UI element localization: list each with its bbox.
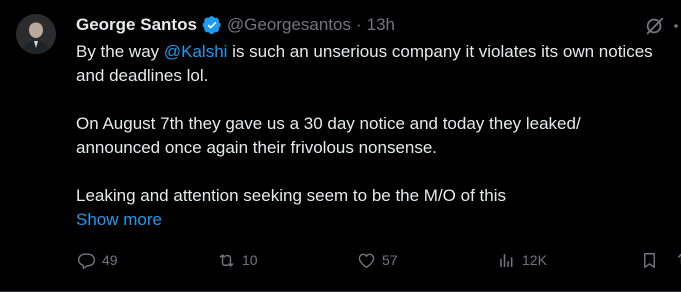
like-button[interactable]: 57	[357, 248, 398, 272]
repost-count: 10	[242, 252, 258, 268]
views-icon	[500, 253, 513, 267]
text-segment: By the way	[76, 42, 164, 61]
avatar[interactable]	[16, 14, 56, 54]
more-options-icon[interactable]	[671, 16, 681, 36]
views-button[interactable]: 12K	[497, 248, 547, 272]
action-bar: 49 10 57 12K	[0, 248, 681, 272]
tweet-card[interactable]: George Santos @Georgesantos · 13h By the…	[0, 0, 681, 292]
repost-icon	[219, 253, 234, 267]
grok-icon[interactable]	[644, 15, 666, 37]
mention-link[interactable]: @Kalshi	[164, 42, 228, 61]
avatar-image	[16, 14, 56, 54]
author-name[interactable]: George Santos	[76, 15, 197, 35]
repost-button[interactable]: 10	[217, 248, 258, 272]
timestamp[interactable]: 13h	[367, 15, 395, 35]
share-button[interactable]	[672, 248, 681, 272]
tweet-paragraph-3: Leaking and attention seeking seem to be…	[76, 186, 506, 205]
separator-dot: ·	[355, 15, 362, 34]
bookmark-button[interactable]	[640, 248, 659, 272]
reply-count: 49	[102, 252, 118, 268]
tweet-text: By the way @Kalshi is such an unserious …	[76, 40, 666, 208]
show-more-link[interactable]: Show more	[76, 208, 162, 232]
verified-badge-icon[interactable]	[202, 15, 222, 35]
views-count: 12K	[522, 252, 547, 268]
reply-button[interactable]: 49	[77, 248, 118, 272]
reply-icon	[77, 252, 96, 269]
author-handle[interactable]: @Georgesantos	[227, 15, 351, 35]
tweet-paragraph-1: By the way @Kalshi is such an unserious …	[76, 40, 666, 88]
tweet-header: George Santos @Georgesantos · 13h	[76, 13, 395, 37]
like-count: 57	[382, 252, 398, 268]
tweet-paragraph-2: On August 7th they gave us a 30 day noti…	[76, 114, 581, 157]
share-icon	[678, 253, 681, 264]
bookmark-icon	[644, 252, 655, 268]
like-icon	[358, 253, 375, 268]
